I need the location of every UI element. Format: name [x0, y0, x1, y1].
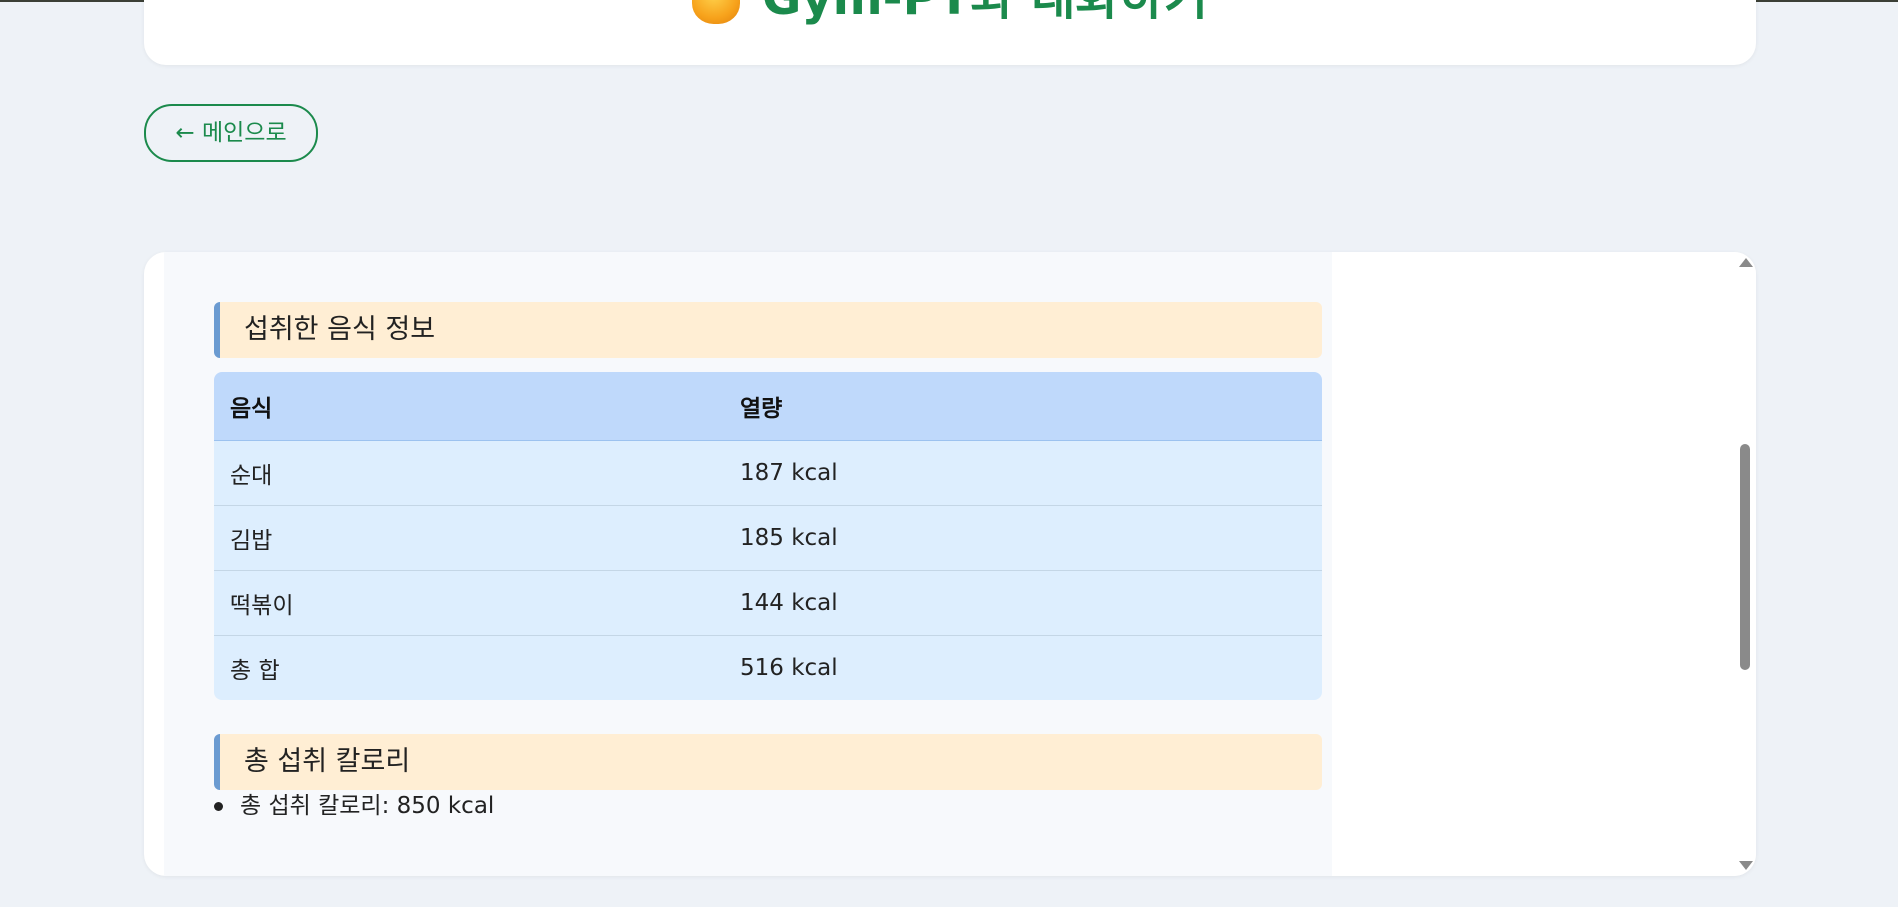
food-name-cell: 순대: [214, 440, 724, 506]
page-title: Gym-PT와 대화하기: [144, 0, 1756, 28]
calorie-cell: 144 kcal: [724, 570, 1322, 636]
food-name-cell: 김밥: [214, 505, 724, 571]
calorie-cell: 185 kcal: [724, 505, 1322, 571]
bullet-icon: [214, 802, 223, 811]
bot-message: 섭취한 음식 정보 음식 열량 순대 187 kcal 김밥 185 kcal: [164, 252, 1332, 876]
fire-emoji-icon: [691, 0, 740, 24]
total-calorie-text: 총 섭취 칼로리: 850 kcal: [240, 793, 495, 819]
back-to-main-button[interactable]: ← 메인으로: [144, 104, 318, 162]
table-row: 떡볶이 144 kcal: [214, 570, 1322, 636]
scroll-thumb[interactable]: [1740, 444, 1750, 670]
food-info-heading: 섭취한 음식 정보: [214, 302, 1322, 358]
food-table: 음식 열량 순대 187 kcal 김밥 185 kcal 떡볶이 144 kc…: [214, 372, 1322, 700]
scroll-up-arrow-icon[interactable]: [1739, 258, 1753, 267]
chat-scrollbar[interactable]: [1734, 252, 1756, 876]
calorie-cell: 516 kcal: [724, 635, 1322, 700]
total-calorie-list: 총 섭취 칼로리: 850 kcal: [214, 790, 494, 822]
food-name-cell: 떡볶이: [214, 570, 724, 636]
scroll-down-arrow-icon[interactable]: [1739, 861, 1753, 870]
calorie-cell: 187 kcal: [724, 440, 1322, 506]
page-header: Gym-PT와 대화하기: [144, 0, 1756, 65]
page-title-text: Gym-PT와 대화하기: [762, 0, 1208, 26]
total-calorie-heading: 총 섭취 칼로리: [214, 734, 1322, 790]
column-header-food: 음식: [214, 372, 724, 441]
food-name-cell: 총 합: [214, 635, 724, 700]
table-header-row: 음식 열량: [214, 372, 1322, 441]
table-total-row: 총 합 516 kcal: [214, 635, 1322, 700]
table-row: 김밥 185 kcal: [214, 505, 1322, 571]
table-row: 순대 187 kcal: [214, 440, 1322, 506]
column-header-calories: 열량: [724, 372, 1322, 441]
list-item: 총 섭취 칼로리: 850 kcal: [214, 790, 494, 822]
chat-panel: 섭취한 음식 정보 음식 열량 순대 187 kcal 김밥 185 kcal: [144, 252, 1756, 876]
